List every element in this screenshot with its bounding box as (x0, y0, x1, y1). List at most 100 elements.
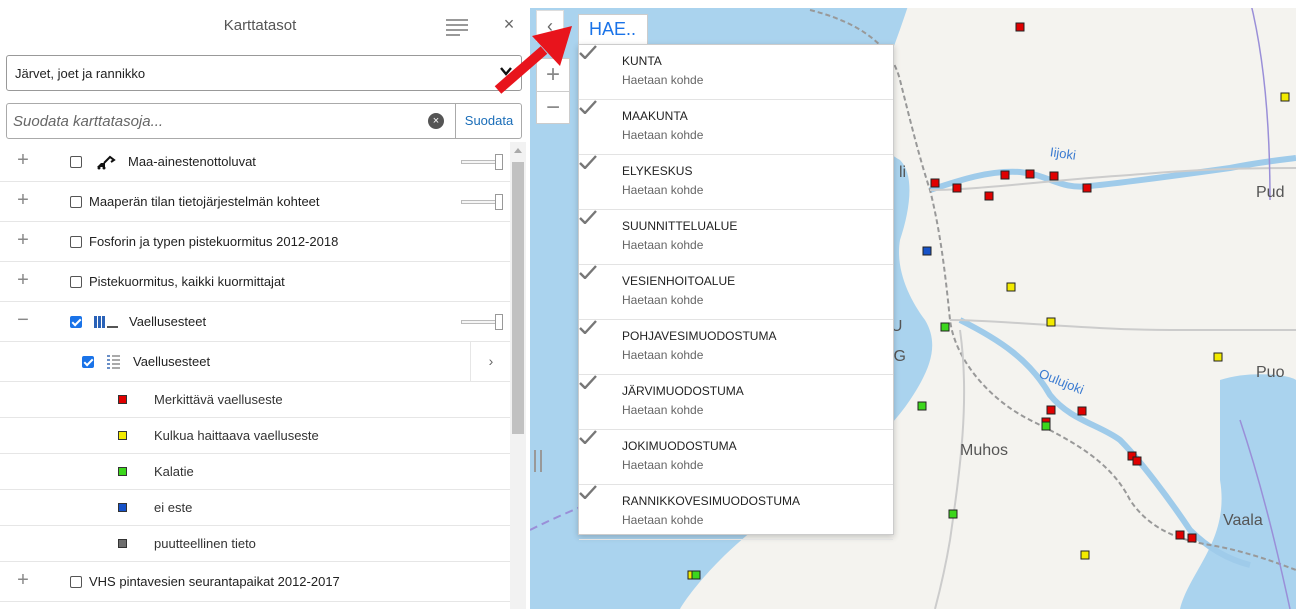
barrier-marker[interactable] (1041, 421, 1051, 431)
collapse-icon[interactable]: − (14, 310, 32, 330)
excavator-icon (97, 155, 116, 170)
legend-swatch (118, 395, 127, 404)
filter-button[interactable]: Suodata (455, 104, 522, 138)
barrier-marker[interactable] (1280, 92, 1290, 102)
layer-checkbox[interactable] (70, 196, 82, 208)
barrier-marker[interactable] (952, 183, 962, 193)
barrier-marker[interactable] (691, 570, 701, 580)
barrier-marker[interactable] (917, 401, 927, 411)
barrier-marker[interactable] (940, 322, 950, 332)
search-result-item[interactable]: VESIENHOITOALUE Haetaan kohde (579, 265, 893, 320)
barrier-marker[interactable] (1000, 170, 1010, 180)
layer-checkbox[interactable] (70, 316, 82, 328)
barrier-marker[interactable] (1015, 22, 1025, 32)
barrier-marker[interactable] (1046, 317, 1056, 327)
barrier-marker[interactable] (984, 191, 994, 201)
clear-icon[interactable]: × (428, 113, 444, 129)
search-result-item[interactable]: KUNTA Haetaan kohde (579, 45, 893, 100)
expand-icon[interactable]: + (14, 150, 32, 170)
legend-label: Kalatie (154, 464, 194, 479)
layer-checkbox[interactable] (70, 236, 82, 248)
layer-label: Maaperän tilan tietojärjestelmän kohteet (89, 194, 320, 209)
legend-label: ei este (154, 500, 193, 515)
barrier-marker[interactable] (1175, 530, 1185, 540)
resize-handle[interactable] (534, 450, 542, 472)
layer-list: + Maa-ainestenottoluvat + Maaperän tilan… (0, 142, 510, 602)
search-result-title: RANNIKKOVESIMUODOSTUMA (622, 494, 801, 508)
place-label: Pud (1256, 184, 1285, 201)
expand-icon[interactable]: + (14, 190, 32, 210)
barrier-marker[interactable] (1025, 169, 1035, 179)
barrier-marker[interactable] (1213, 352, 1223, 362)
layer-checkbox[interactable] (70, 576, 82, 588)
barrier-marker[interactable] (1080, 550, 1090, 560)
layer-row[interactable]: + VHS pintavesien seurantapaikat 2012-20… (0, 562, 510, 602)
panel-title: Karttatasot (223, 17, 297, 34)
map-top-bar (530, 0, 1296, 8)
search-result-item[interactable]: RANNIKKOVESIMUODOSTUMA Haetaan kohde (579, 485, 893, 540)
map-view[interactable]: li LU RG Muhos Vaala Pud Puo Iijoki Oulu… (530, 0, 1296, 609)
layer-row[interactable]: + Pistekuormitus, kaikki kuormittajat (0, 262, 510, 302)
legend-swatch (118, 431, 127, 440)
panel-header: Karttatasot × (0, 8, 530, 48)
search-results-dropdown: KUNTA Haetaan kohde MAAKUNTA Haetaan kohde E… (578, 44, 894, 540)
menu-icon[interactable] (446, 16, 468, 36)
layer-row[interactable]: + Maaperän tilan tietojärjestelmän kohte… (0, 182, 510, 222)
barrier-marker[interactable] (948, 509, 958, 519)
sublayer-label: Vaellusesteet (133, 354, 211, 369)
search-tab[interactable]: HAE.. (578, 14, 648, 44)
expand-icon[interactable]: + (14, 230, 32, 250)
layer-label: Vaellusesteet (129, 314, 207, 329)
search-result-subtitle: Haetaan kohde (622, 403, 704, 417)
barrier-marker[interactable] (930, 178, 940, 188)
layer-row[interactable]: − Vaellusesteet (0, 302, 510, 342)
search-result-item[interactable]: MAAKUNTA Haetaan kohde (579, 100, 893, 155)
scroll-thumb[interactable] (512, 162, 524, 434)
sublayer-row[interactable]: Vaellusesteet › (0, 342, 510, 382)
filter-input[interactable] (7, 104, 407, 138)
check-icon (579, 265, 597, 279)
legend-item: Merkittävä vaelluseste (0, 382, 510, 418)
layer-checkbox[interactable] (70, 276, 82, 288)
layer-row[interactable]: + Fosforin ja typen pistekuormitus 2012-… (0, 222, 510, 262)
legend-item: Kalatie (0, 454, 510, 490)
search-result-item[interactable]: ELYKESKUS Haetaan kohde (579, 155, 893, 210)
search-result-item[interactable]: POHJAVESIMUODOSTUMA Haetaan kohde (579, 320, 893, 375)
sublayer-checkbox[interactable] (82, 356, 94, 368)
search-result-item[interactable]: JÄRVIMUODOSTUMA Haetaan kohde (579, 375, 893, 430)
search-result-item[interactable]: JOKIMUODOSTUMA Haetaan kohde (579, 430, 893, 485)
search-result-title: SUUNNITTELUALUE (622, 219, 738, 233)
layer-row[interactable]: + Maa-ainestenottoluvat (0, 142, 510, 182)
barrier-icon (94, 316, 118, 328)
scroll-up-icon[interactable] (514, 148, 522, 153)
opacity-slider[interactable] (461, 154, 503, 170)
barrier-marker[interactable] (1049, 171, 1059, 181)
check-icon (579, 100, 597, 114)
layer-list-scrollbar[interactable] (510, 142, 526, 609)
place-label: Vaala (1223, 512, 1263, 529)
barrier-marker[interactable] (922, 246, 932, 256)
search-result-item[interactable]: SUUNNITTELUALUE Haetaan kohde (579, 210, 893, 265)
filter-box: × Suodata (6, 103, 522, 139)
expand-icon[interactable]: + (14, 570, 32, 590)
opacity-slider[interactable] (461, 194, 503, 210)
barrier-marker[interactable] (1132, 456, 1142, 466)
search-result-subtitle: Haetaan kohde (622, 348, 704, 362)
barrier-marker[interactable] (1082, 183, 1092, 193)
barrier-marker[interactable] (1077, 406, 1087, 416)
barrier-marker[interactable] (1046, 405, 1056, 415)
legend-item: ei este (0, 490, 510, 526)
barrier-marker[interactable] (1187, 533, 1197, 543)
layer-checkbox[interactable] (70, 156, 82, 168)
opacity-slider[interactable] (461, 314, 503, 330)
barrier-marker[interactable] (1006, 282, 1016, 292)
chevron-right-icon[interactable]: › (470, 342, 511, 381)
search-result-title: JÄRVIMUODOSTUMA (622, 384, 744, 398)
check-icon (579, 485, 597, 499)
layer-label: VHS pintavesien seurantapaikat 2012-2017 (89, 574, 340, 589)
place-label: Puo (1256, 364, 1285, 381)
theme-select[interactable]: Järvet, joet ja rannikko (6, 55, 522, 91)
expand-icon[interactable]: + (14, 270, 32, 290)
legend-item: Kulkua haittaava vaelluseste (0, 418, 510, 454)
legend-label: Kulkua haittaava vaelluseste (154, 428, 319, 443)
